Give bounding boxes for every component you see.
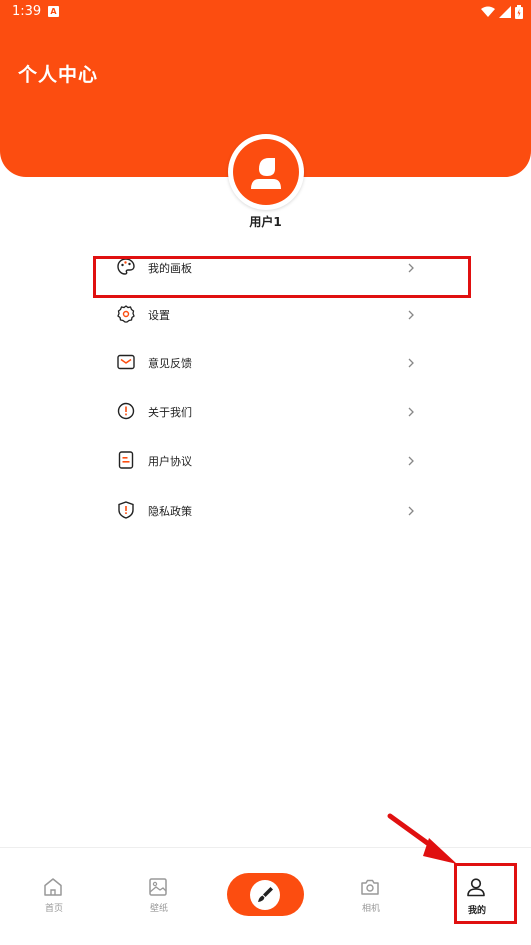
person-silhouette-icon <box>251 158 281 189</box>
notification-icon: A <box>48 6 59 17</box>
menu-item-feedback[interactable]: 意见反馈 <box>110 341 420 387</box>
menu-item-about-us[interactable]: 关于我们 <box>110 390 420 436</box>
avatar[interactable] <box>228 134 304 210</box>
menu-item-label: 隐私政策 <box>148 505 192 518</box>
nav-center-circle <box>250 880 280 910</box>
mail-icon <box>117 354 135 370</box>
nav-tab-wallpaper[interactable]: 壁纸 <box>119 848 199 945</box>
signal-icon <box>499 6 511 18</box>
document-icon <box>118 451 134 469</box>
chevron-right-icon <box>408 310 414 320</box>
nav-tab-home[interactable]: 首页 <box>14 848 94 945</box>
status-time: 1:39 <box>12 4 42 19</box>
page-title: 个人中心 <box>18 64 99 86</box>
chevron-right-icon <box>408 407 414 417</box>
brush-icon <box>258 887 273 902</box>
gear-icon <box>117 305 135 323</box>
nav-tab-draw[interactable] <box>227 873 304 916</box>
shield-icon <box>118 501 134 519</box>
menu-item-settings[interactable]: 设置 <box>110 293 420 339</box>
nav-tab-label: 相机 <box>361 904 380 914</box>
status-bar: 1:39 A <box>0 0 531 24</box>
menu-item-label: 设置 <box>148 309 170 322</box>
menu-item-label: 意见反馈 <box>148 357 192 370</box>
chevron-right-icon <box>408 506 414 516</box>
username: 用户1 <box>249 215 282 229</box>
nav-tab-label: 首页 <box>44 904 63 914</box>
status-indicators <box>481 4 523 20</box>
menu-item-label: 用户协议 <box>148 455 192 468</box>
annotation-highlight-box-nav <box>454 863 517 924</box>
image-icon <box>149 878 167 896</box>
annotation-highlight-box <box>93 256 471 298</box>
menu-item-user-agreement[interactable]: 用户协议 <box>110 439 420 485</box>
chevron-right-icon <box>408 358 414 368</box>
wifi-icon <box>481 6 495 17</box>
nav-tab-label: 壁纸 <box>149 904 168 914</box>
menu-item-label: 关于我们 <box>148 406 192 419</box>
home-icon <box>44 878 62 896</box>
menu-item-privacy-policy[interactable]: 隐私政策 <box>110 489 420 535</box>
battery-icon <box>515 5 523 19</box>
avatar-circle <box>233 139 299 205</box>
annotation-arrow-icon <box>387 813 457 864</box>
info-icon <box>117 402 135 420</box>
chevron-right-icon <box>408 456 414 466</box>
camera-icon <box>361 879 379 895</box>
